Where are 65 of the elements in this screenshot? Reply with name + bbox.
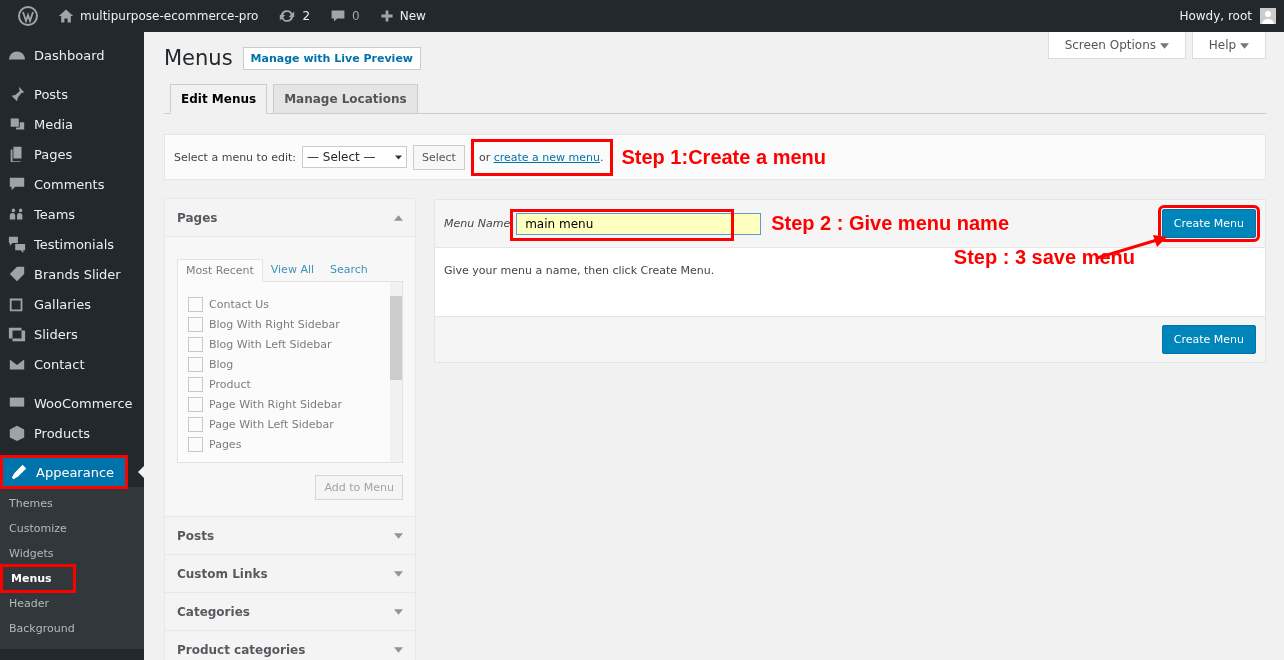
- menu-icon: [8, 424, 26, 442]
- sidebar-item[interactable]: Pages: [0, 139, 144, 169]
- page-option-label: Product: [209, 377, 251, 391]
- page-title: Menus: [164, 46, 233, 70]
- sidebar-item[interactable]: WooCommerce: [0, 388, 144, 418]
- sidebar-item[interactable]: Posts: [0, 79, 144, 109]
- dropdown-arrow-icon: [1240, 43, 1249, 49]
- sidebar-item[interactable]: Comments: [0, 169, 144, 199]
- sidebar-item[interactable]: Sliders: [0, 319, 144, 349]
- instruction-text: Give your menu a name, then click Create Menu.: [444, 264, 715, 277]
- refresh-icon[interactable]: [278, 7, 297, 25]
- menu-icon: [10, 463, 28, 481]
- create-menu-sentence: or create a new menu.: [472, 140, 612, 174]
- live-preview-button[interactable]: Manage with Live Preview: [242, 46, 421, 70]
- submenu-item[interactable]: Themes: [0, 491, 144, 516]
- site-name-link[interactable]: multipurpose-ecommerce-pro: [80, 9, 259, 23]
- page-option-label: Contact Us: [209, 297, 270, 311]
- sidebar-item[interactable]: Media: [0, 109, 144, 139]
- menu-icon: [8, 265, 26, 283]
- screen-meta-tab[interactable]: Help: [1191, 32, 1266, 59]
- sidebar-item[interactable]: Testimonials: [0, 229, 144, 259]
- screen-meta-tab[interactable]: Screen Options: [1047, 32, 1186, 59]
- caret-icon: [394, 154, 402, 160]
- step-annotation: Step 2 : Give menu name: [771, 212, 1009, 235]
- wordpress-logo-icon[interactable]: [18, 6, 38, 26]
- home-icon[interactable]: [58, 8, 74, 24]
- page-option-label: Page With Left Sidebar: [209, 417, 334, 431]
- step-annotation: Step 1:Create a menu: [621, 145, 826, 169]
- sidebar-item[interactable]: Products: [0, 418, 144, 448]
- comments-count[interactable]: 0: [352, 9, 360, 23]
- updates-count[interactable]: 2: [302, 9, 311, 23]
- submenu-item[interactable]: Widgets: [0, 541, 144, 566]
- page-option-label: Blog: [209, 357, 234, 371]
- current-pointer-icon: [138, 464, 146, 480]
- submenu-item[interactable]: Menus: [2, 566, 74, 591]
- menu-name-field[interactable]: main menu: [516, 212, 762, 235]
- page-option-label: Pages: [209, 437, 242, 451]
- plus-icon[interactable]: [379, 9, 394, 23]
- submenu-item[interactable]: Customize: [0, 516, 144, 541]
- menu-icon: [8, 235, 26, 253]
- create-menu-button[interactable]: Create Menu: [1161, 325, 1256, 354]
- sidebar-item[interactable]: Dashboard: [0, 40, 144, 70]
- submenu-item[interactable]: Header: [0, 591, 144, 616]
- select-button[interactable]: Select: [412, 144, 465, 170]
- submenu-item[interactable]: Background: [0, 616, 144, 641]
- tab[interactable]: Manage Locations: [273, 84, 418, 114]
- sidebar-item[interactable]: Contact: [0, 349, 144, 379]
- dropdown-arrow-icon: [1159, 43, 1169, 49]
- page-option-label: Blog With Right Sidebar: [209, 317, 340, 331]
- sidebar-item[interactable]: Teams: [0, 199, 144, 229]
- page-option-label: Blog With Left Sidebar: [209, 337, 332, 351]
- create-menu-link[interactable]: create a new menu: [493, 150, 600, 164]
- new-link[interactable]: New: [399, 9, 426, 23]
- comment-icon[interactable]: [330, 8, 347, 24]
- tab[interactable]: Edit Menus: [170, 84, 268, 114]
- menu-name-label: Menu Name: [444, 217, 511, 230]
- select-label: Select a menu to edit:: [174, 150, 296, 164]
- menu-icon: [8, 325, 26, 343]
- sidebar-item[interactable]: Brands Slider: [0, 259, 144, 289]
- menu-dropdown[interactable]: — Select —: [301, 146, 407, 168]
- page-option-label: Page With Right Sidebar: [209, 397, 343, 411]
- avatar-icon[interactable]: [1260, 8, 1276, 24]
- sidebar-item[interactable]: Gallaries: [0, 289, 144, 319]
- scrollbar[interactable]: [390, 282, 402, 462]
- greeting-link[interactable]: Howdy, root: [1179, 9, 1252, 23]
